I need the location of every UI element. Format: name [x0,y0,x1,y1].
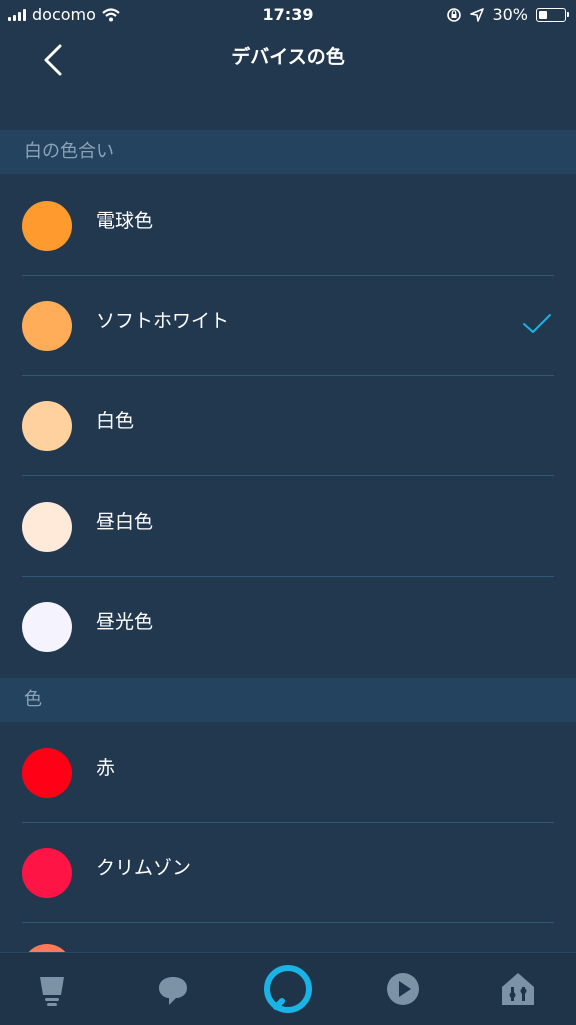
list-item-color[interactable]: 昼白色 [0,477,576,577]
tab-communicate[interactable] [147,963,199,1015]
list-item-color[interactable]: クリムゾン [0,823,576,923]
tab-alexa[interactable] [262,963,314,1015]
tab-smart-home[interactable] [492,963,544,1015]
battery-icon [536,7,569,22]
divider [22,475,554,476]
communicate-icon [159,977,187,1005]
color-swatch [22,848,72,898]
play-icon [387,973,419,1005]
page-title: デバイスの色 [231,46,345,68]
list-item-color-selected[interactable]: ソフトホワイト [0,276,576,376]
color-label: ソフトホワイト [96,310,230,332]
location-arrow-icon [470,7,485,22]
color-label: 電球色 [96,210,154,232]
status-bar: docomo 17:39 30% [0,0,576,30]
color-swatch [22,301,72,351]
smart-home-icon [502,973,534,1005]
list-item-color[interactable]: 電球色 [0,176,576,276]
color-swatch [22,201,72,251]
nav-bar: デバイスの色 [0,30,576,90]
checkmark-icon [523,314,551,333]
alexa-icon [264,965,312,1013]
device-lamp-icon [40,977,64,1006]
orientation-lock-icon [447,7,462,22]
color-label: 白色 [96,410,135,432]
color-label: クリムゾン [96,857,192,879]
color-label: 昼白色 [96,511,154,533]
bottom-tab-bar [0,952,576,1025]
color-label: 赤 [96,757,116,779]
color-swatch [22,602,72,652]
color-swatch [22,401,72,451]
battery-percent: 30% [492,5,528,24]
section-header-white-tones: 白の色合い [0,130,576,174]
list-item-color[interactable]: 昼光色 [0,577,576,677]
color-swatch [22,748,72,798]
tab-devices[interactable] [26,963,78,1015]
list-item-color[interactable]: 赤 [0,723,576,823]
tab-play[interactable] [377,963,429,1015]
divider [22,922,554,923]
section-header-colors: 色 [0,678,576,722]
color-swatch [22,502,72,552]
list-item-color[interactable]: 白色 [0,376,576,476]
color-label: 昼光色 [96,611,154,633]
